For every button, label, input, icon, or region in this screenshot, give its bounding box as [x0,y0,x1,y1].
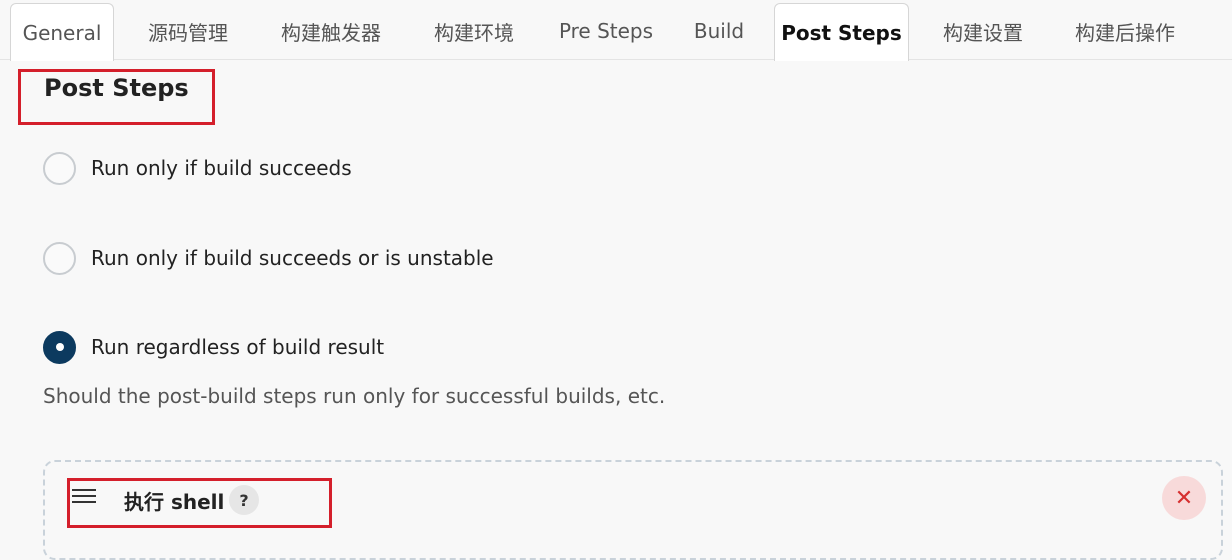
highlight-box-step [67,478,332,528]
tab-build-environment[interactable]: 构建环境 [418,2,530,60]
option-label: Run only if build succeeds [91,156,352,180]
radio-button[interactable] [43,151,76,185]
option-run-if-success[interactable]: Run only if build succeeds [43,151,352,185]
tab-pre-steps[interactable]: Pre Steps [550,2,662,60]
option-run-if-success-or-unstable[interactable]: Run only if build succeeds or is unstabl… [43,241,494,275]
tab-build-settings[interactable]: 构建设置 [928,2,1038,60]
option-label: Run only if build succeeds or is unstabl… [91,246,494,270]
option-label: Run regardless of build result [91,335,385,359]
tab-post-steps[interactable]: Post Steps [774,3,909,61]
tab-build-triggers[interactable]: 构建触发器 [264,2,398,60]
tab-post-build-actions[interactable]: 构建后操作 [1058,2,1192,60]
close-icon[interactable]: ✕ [1162,476,1206,520]
tab-build[interactable]: Build [682,2,756,60]
radio-button-selected[interactable] [43,330,76,364]
help-description: Should the post-build steps run only for… [43,384,666,408]
radio-button[interactable] [43,241,76,275]
option-run-regardless[interactable]: Run regardless of build result [43,330,384,364]
tab-bar: General 源码管理 构建触发器 构建环境 Pre Steps Build … [0,0,1232,61]
tab-source-control[interactable]: 源码管理 [132,2,244,60]
highlight-box-title [18,69,215,125]
tab-general[interactable]: General [10,3,114,61]
